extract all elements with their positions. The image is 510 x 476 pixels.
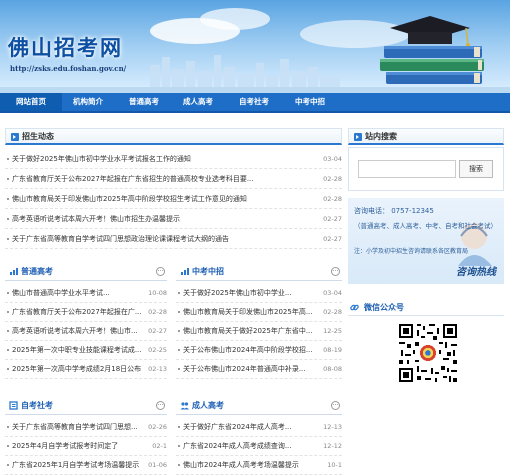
list-item[interactable]: 关于公布佛山市2024年普通高中补录... 08-08 (176, 360, 342, 379)
book-icon (9, 401, 18, 410)
list-item[interactable]: 2025年第一次高中学考成绩2月18日公布 02-13 (5, 360, 167, 379)
section-adult-exam-header: 成人高考 ··· (176, 398, 342, 415)
site-title: 佛山招考网 (8, 35, 123, 60)
more-icon[interactable]: ··· (156, 401, 165, 410)
chart-icon (10, 268, 18, 275)
arrow-icon (354, 133, 362, 141)
wechat-qr-code (397, 322, 459, 384)
list-item[interactable]: 关于做好2025年佛山市初中学业水平考试报名工作的通知 03-04 (5, 150, 342, 169)
arrow-icon (11, 133, 19, 141)
section-title: 中考中招 (192, 267, 224, 276)
nav-adult-exam[interactable]: 成人高考 (172, 93, 224, 111)
hotline-phone: 咨询电话： 0757-12345 (354, 207, 434, 215)
hotline-label: 咨询热线 (456, 267, 496, 278)
hotline-panel: 咨询电话： 0757-12345 （普通高考、成人高考、中考、自考和社会考试） … (348, 198, 504, 284)
list-item[interactable]: 高考英语听说考试本周六开考！佛山市... 02-27 (5, 322, 167, 341)
list-item[interactable]: 关于做好广东省2024年成人高考... 12-13 (176, 418, 342, 437)
more-icon[interactable]: ··· (331, 401, 340, 410)
list-item[interactable]: 广东省教育厅关于公布2027年起报在广东省招生的普通高校专业选考科目要... 02… (5, 170, 342, 189)
wechat-title: 微信公众号 (364, 303, 404, 312)
section-title: 自考社考 (21, 401, 53, 410)
list-item[interactable]: 佛山市2024年成人高考考场温馨提示 10-1 (176, 456, 342, 475)
nav-zhongkao[interactable]: 中考中招 (284, 93, 336, 111)
list-item[interactable]: 关于公布佛山市2024年高中阶段学校招... 08-19 (176, 341, 342, 360)
search-input[interactable] (358, 160, 456, 178)
list-item[interactable]: 佛山市教育局关于做好2025年广东省中... 12-25 (176, 322, 342, 341)
section-title: 普通高考 (21, 267, 53, 276)
search-button[interactable]: 搜索 (459, 160, 493, 178)
search-panel-header: 站内搜索 (348, 128, 504, 145)
section-self-exam-header: 自考社考 ··· (5, 398, 167, 415)
list-item[interactable]: 高考英语听说考试本周六开考！佛山市招生办温馨提示 02-27 (5, 210, 342, 229)
list-item[interactable]: 佛山市教育局关于印发佛山市2025年高... 02-28 (176, 303, 342, 322)
link-icon (350, 304, 359, 311)
list-item[interactable]: 广东省2025年1月自学考试考场温馨提示 01-06 (5, 456, 167, 475)
section-gaokao-header: 普通高考 ··· (5, 264, 167, 281)
list-item[interactable]: 广东省2024年成人高考成绩查询... 12-12 (176, 437, 342, 456)
hotline-note: 注：小学及初中招生咨询请联系各区教育局 (354, 248, 469, 255)
list-item[interactable]: 佛山市普通高中学业水平考试... 10-08 (5, 284, 167, 303)
nav-gaokao[interactable]: 普通高考 (118, 93, 170, 111)
more-icon[interactable]: ··· (156, 267, 165, 276)
nav-self-exam[interactable]: 自考社考 (228, 93, 280, 111)
header-banner: 佛山招考网 http://zsks.edu.foshan.gov.cn/ (0, 0, 510, 93)
more-icon[interactable]: ··· (331, 267, 340, 276)
list-item[interactable]: 关于做好2025年佛山市初中学业... 03-04 (176, 284, 342, 303)
site-url: http://zsks.edu.foshan.gov.cn/ (10, 64, 127, 73)
wechat-header: 微信公众号 (348, 300, 504, 316)
list-item[interactable]: 2025年4月自学考试报考时间定了 02-1 (5, 437, 167, 456)
hotline-scope: （普通高考、成人高考、中考、自考和社会考试） (354, 222, 497, 230)
users-icon (180, 402, 189, 410)
nav-home[interactable]: 网站首页 (0, 93, 62, 111)
list-item[interactable]: 关于广东省高等教育自学考试四门思想政治理论课课程考试大纲的通告 02-27 (5, 230, 342, 249)
list-item[interactable]: 佛山市教育局关于印发佛山市2025年高中阶段学校招生考试工作意见的通知 02-28 (5, 190, 342, 209)
main-nav: 网站首页 机构简介 普通高考 成人高考 自考社考 中考中招 (0, 93, 510, 113)
cloud-decoration (200, 8, 270, 30)
section-title: 成人高考 (192, 401, 224, 410)
chart-icon (181, 268, 189, 275)
graduation-cap-books-graphic (380, 16, 484, 84)
nav-about[interactable]: 机构简介 (62, 93, 114, 111)
search-panel-title: 站内搜索 (365, 132, 397, 141)
news-panel-title: 招生动态 (22, 132, 54, 141)
list-item[interactable]: 关于广东省高等教育自学考试四门思想... 02-26 (5, 418, 167, 437)
section-zhongkao-header: 中考中招 ··· (176, 264, 342, 281)
news-panel-header: 招生动态 (5, 128, 342, 145)
list-item[interactable]: 2025年第一次中职专业技能课程考试成... 02-25 (5, 341, 167, 360)
list-item[interactable]: 广东省教育厅关于公布2027年起报在广... 02-28 (5, 303, 167, 322)
